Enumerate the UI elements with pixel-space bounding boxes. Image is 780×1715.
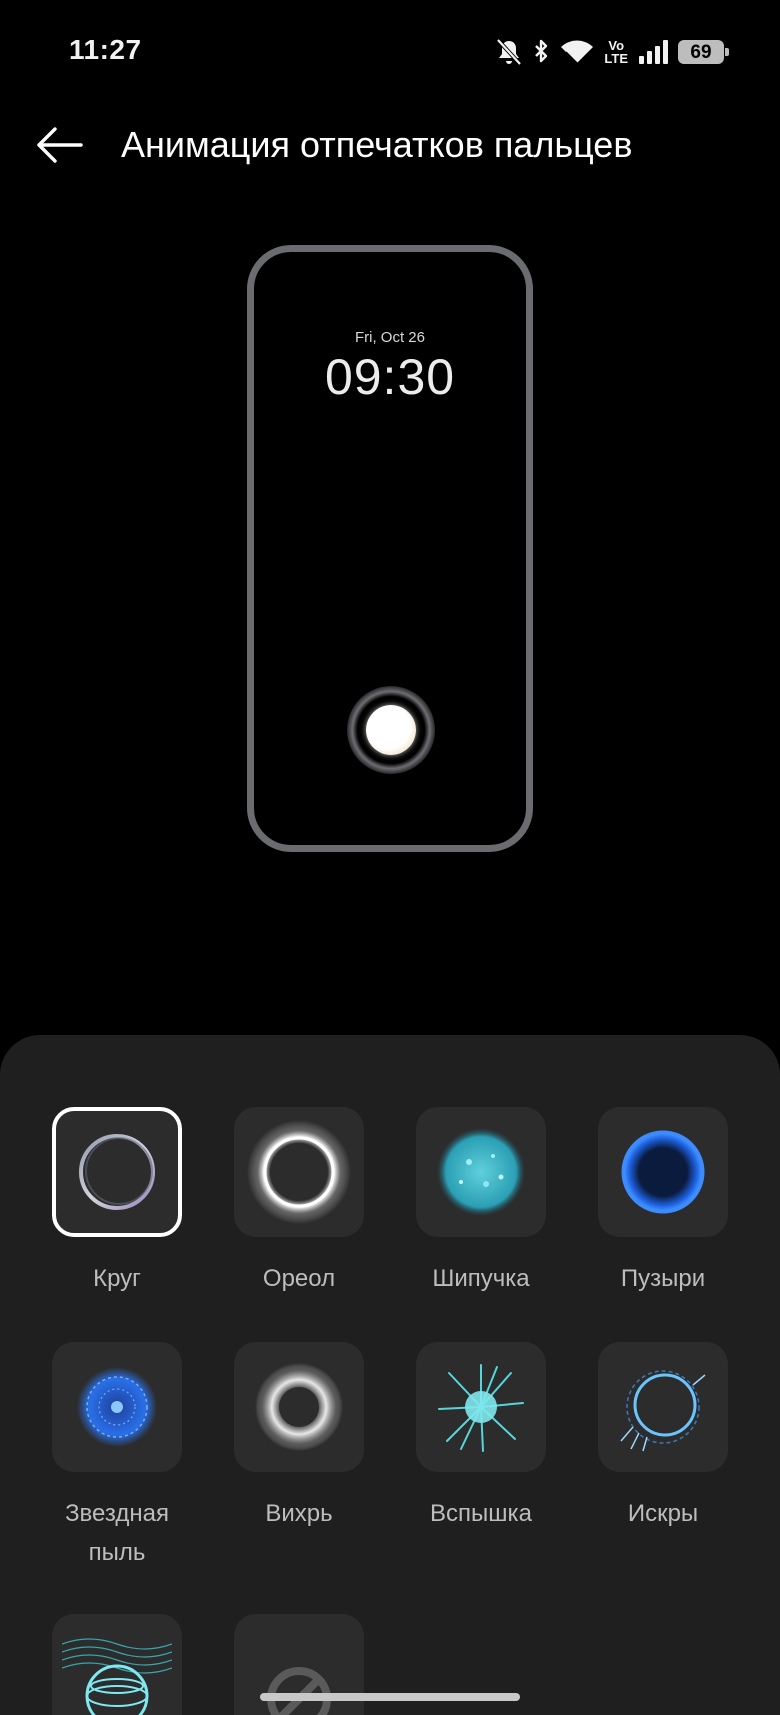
animation-tile[interactable] [52,1107,182,1237]
fingerprint-preview-icon [347,686,435,774]
animation-tile[interactable] [234,1107,364,1237]
battery-icon: 69 [678,40,729,64]
animation-option-wave-sphere[interactable] [52,1614,182,1715]
animation-option-sparks[interactable]: Искры [598,1342,728,1533]
animation-label: Искры [627,1500,699,1527]
arrow-left-icon [37,127,83,163]
animation-tile[interactable] [52,1342,182,1472]
status-time: 11:27 [69,34,142,65]
bubble-icon [621,1130,705,1214]
animation-label: Ореол [262,1265,336,1292]
animation-label: Шипучка [432,1265,530,1292]
app-header: Анимация отпечатков пальцев [0,110,780,180]
fingerprint-animation-screen: 11:27 Vo LTE 69 Анимация отпечатков паль… [0,0,780,1715]
animation-tile[interactable] [416,1342,546,1472]
stardust-icon [77,1367,157,1447]
animation-tile[interactable] [598,1342,728,1472]
signal-icon [638,39,668,65]
animation-option-burst[interactable]: Вспышка [416,1342,546,1533]
animation-tile[interactable] [598,1107,728,1237]
burst-icon [438,1364,524,1452]
animation-option-halo[interactable]: Ореол [234,1107,364,1298]
animation-label: Вспышка [430,1500,532,1527]
bluetooth-icon [532,38,550,66]
preview-clock: 09:30 [324,349,456,405]
animation-picker-sheet: Круг Ореол Шипучка Пузыри Звездная пыль … [0,1035,780,1715]
animation-option-whirl[interactable]: Вихрь [234,1342,364,1533]
home-indicator[interactable] [260,1693,520,1701]
lockscreen-preview: Fri, Oct 26 09:30 [247,245,533,852]
animation-label: Круг [93,1265,141,1292]
animation-tile[interactable] [52,1614,182,1715]
animation-label: Звездная пыль [65,1500,169,1566]
status-bar: 11:27 Vo LTE 69 [0,0,780,100]
animation-label: Вихрь [265,1500,333,1527]
back-button[interactable] [34,122,84,168]
animation-option-bubbles[interactable]: Пузыри [598,1107,728,1298]
volte-icon: Vo LTE [604,39,628,65]
sparks-icon [620,1370,706,1452]
bell-muted-icon [496,38,522,66]
animation-option-circle[interactable]: Круг [52,1107,182,1298]
whirl-icon [255,1363,343,1451]
halo-icon [247,1120,351,1224]
preview-date: Fri, Oct 26 [354,329,425,346]
circle-ring-icon [79,1134,155,1210]
animation-label: Пузыри [620,1265,706,1292]
none-icon [267,1667,331,1715]
volte-bottom-text: LTE [604,51,628,66]
wave-sphere-icon [62,1638,172,1715]
animation-option-stardust[interactable]: Звездная пыль [52,1342,182,1572]
page-title: Анимация отпечатков пальцев [121,124,633,165]
animation-option-fizz[interactable]: Шипучка [416,1107,546,1298]
animation-tile[interactable] [234,1342,364,1472]
wifi-icon [560,39,594,65]
animation-tile[interactable] [416,1107,546,1237]
battery-level: 69 [690,41,712,63]
status-icons: Vo LTE 69 [496,34,729,70]
fizz-icon [437,1128,525,1216]
